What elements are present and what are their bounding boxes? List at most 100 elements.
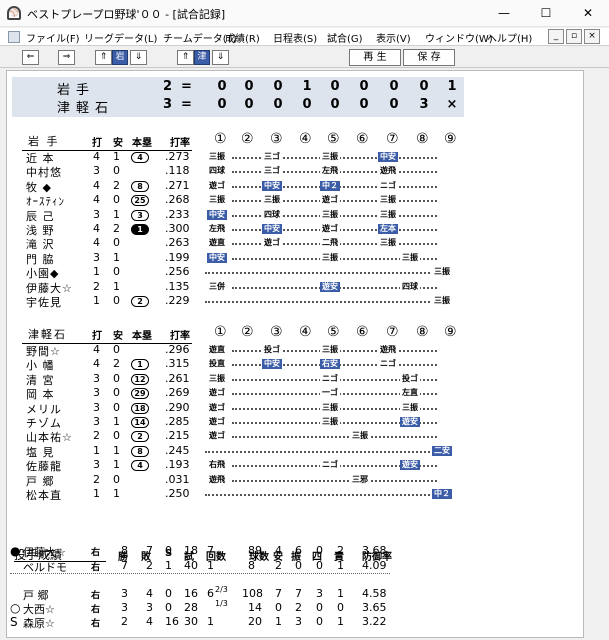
team-tsugaru-button[interactable]: 津 (194, 50, 210, 65)
pitching-np: 89 (248, 544, 262, 557)
pitching-w: 2 (121, 615, 128, 628)
at-bat-result: ニゴ (378, 359, 398, 370)
at-bats: 2 (93, 429, 100, 443)
pitching-ip: 1 (207, 559, 214, 572)
at-bat-result: 中安 (262, 224, 282, 234)
hits: 1 (113, 415, 120, 428)
inning-score: 3 (419, 97, 429, 112)
at-bats: 3 (93, 207, 100, 221)
batting-average: .273 (165, 150, 190, 163)
at-bat-result: 遊ゴ (320, 224, 340, 234)
hits: 2 (113, 222, 120, 235)
at-bat-result: 遊ゴ (207, 402, 227, 413)
menu-game[interactable]: 試合(G) (327, 30, 363, 45)
pitching-er: 1 (337, 587, 344, 600)
batting-average: .229 (165, 294, 190, 307)
document-icon[interactable] (8, 31, 20, 43)
inning-score: 0 (359, 97, 369, 112)
hits: 0 (113, 236, 120, 250)
vertical-scrollbar[interactable] (588, 70, 606, 638)
inning-score: 0 (330, 97, 340, 112)
next-arrow-icon[interactable]: ⇒ (58, 50, 75, 65)
at-bat-result: 投ゴ (262, 345, 282, 355)
menu-file[interactable]: ファイル(F) (26, 30, 80, 45)
batting-average: .269 (165, 386, 190, 400)
score-equals: = (181, 97, 192, 112)
throwing-hand: 右 (91, 605, 101, 615)
down-arrow-icon[interactable]: ⇓ (130, 50, 147, 65)
inning-label: ⑨ (444, 324, 457, 340)
pitcher-name[interactable]: 森原☆ (23, 615, 55, 631)
player-name[interactable]: 松本直 (26, 487, 88, 503)
up-arrow-icon[interactable]: ⇑ (177, 50, 194, 65)
home-run-count: 29 (131, 388, 149, 400)
at-bat-result: 三振 (432, 267, 452, 278)
menu-stats[interactable]: 成績(R) (225, 30, 260, 45)
hits: 0 (113, 294, 120, 307)
at-bats: 4 (93, 150, 100, 163)
pitching-separator (10, 573, 390, 574)
mdi-minimize-button[interactable]: _ (548, 29, 564, 44)
throwing-hand: 右 (91, 591, 101, 601)
at-bat-result: 遊ゴ (207, 417, 227, 427)
batting-average: .031 (165, 472, 190, 486)
inning-label: ③ (270, 131, 283, 147)
batting-average: .118 (165, 164, 190, 178)
minimize-button[interactable]: — (484, 2, 524, 24)
home-run-count: 2 (131, 431, 149, 443)
at-bat-result: 三振 (320, 402, 340, 413)
save-button[interactable]: 保 存 (403, 49, 455, 66)
home-run-count: 25 (131, 195, 149, 207)
replay-button[interactable]: 再 生 (349, 49, 401, 66)
maximize-button[interactable]: ☐ (526, 2, 566, 24)
player-name[interactable]: 宇佐見 (26, 294, 88, 310)
batting-average: .268 (165, 193, 190, 207)
inning-score: 0 (330, 79, 340, 94)
mdi-restore-button[interactable]: ▫ (566, 29, 582, 44)
inning-score: 0 (419, 79, 429, 94)
window-title: ベストプレープロ野球'００ - [試合記録] (27, 8, 226, 21)
batting-average: .285 (165, 415, 190, 428)
batting-average: .256 (165, 265, 190, 279)
toolbar: ⇐ ⇒ ⇑ 岩 ⇓ ⇑ 津 ⇓ 再 生 保 存 (0, 46, 609, 68)
column-header: 本塁 (132, 138, 152, 149)
menu-schedule[interactable]: 日程表(S) (273, 30, 317, 45)
hits: 0 (113, 429, 120, 443)
at-bat-result: 三振 (378, 195, 398, 206)
menu-help[interactable]: ヘルプ(H) (487, 30, 532, 45)
mdi-close-button[interactable]: × (584, 29, 600, 44)
batting-average: .245 (165, 443, 190, 457)
up-arrow-icon[interactable]: ⇑ (95, 50, 112, 65)
at-bat-result: 三ゴ (262, 152, 282, 162)
result-dots (205, 272, 430, 275)
at-bats: 1 (93, 265, 100, 279)
at-bat-result: 三振 (207, 195, 227, 206)
result-dots (205, 494, 430, 496)
at-bat-result: ニゴ (320, 460, 340, 471)
home-run-count: 12 (131, 373, 149, 385)
prev-arrow-icon[interactable]: ⇐ (22, 50, 39, 65)
pitching-er: 0 (337, 601, 344, 614)
at-bat-result: 三併 (207, 281, 227, 292)
pitching-ip: 6 (207, 587, 214, 600)
at-bat-result: 遊ゴ (207, 180, 227, 191)
team-iwate-button[interactable]: 岩 (112, 50, 128, 65)
at-bats: 2 (93, 279, 100, 293)
pitching-k: 6 (295, 544, 302, 557)
at-bats: 4 (93, 236, 100, 250)
pitcher-name[interactable]: 伊藤大☆ (23, 544, 66, 560)
hits: 1 (113, 458, 120, 472)
home-run-count: 4 (131, 460, 149, 472)
at-bats: 3 (93, 371, 100, 385)
at-bats: 4 (93, 178, 100, 192)
pitching-s: 0 (165, 544, 172, 557)
down-arrow-icon[interactable]: ⇓ (212, 50, 229, 65)
hits: 1 (113, 207, 120, 221)
menu-view[interactable]: 表示(V) (376, 30, 411, 45)
menu-league-data[interactable]: リーグデータ(L) (84, 30, 157, 45)
menu-window[interactable]: ウィンドウ(W) (425, 30, 493, 45)
score-total: 2 (163, 79, 173, 94)
at-bat-result: 三振 (350, 431, 370, 442)
hits: 1 (113, 487, 120, 500)
close-button[interactable]: ✕ (568, 2, 608, 24)
